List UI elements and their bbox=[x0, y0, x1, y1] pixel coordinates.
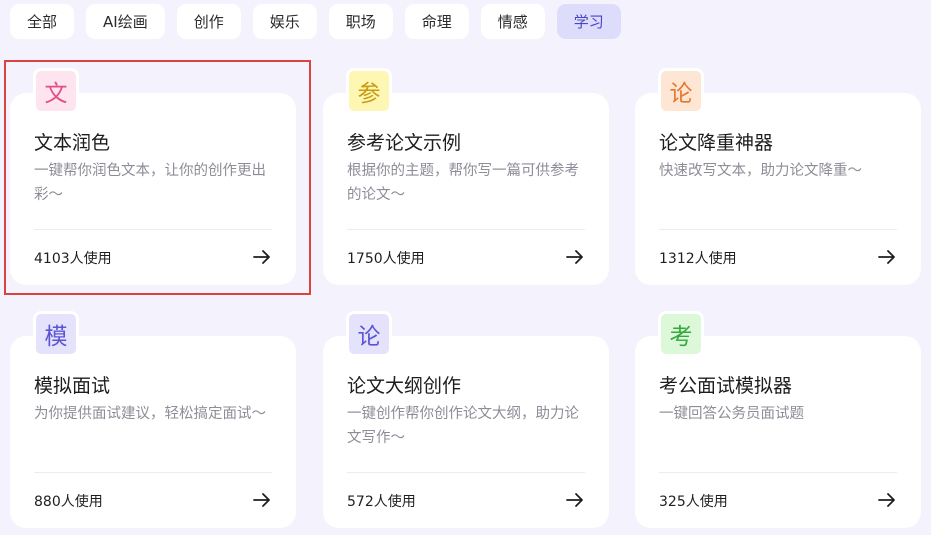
card-divider bbox=[34, 229, 272, 230]
card-badge: 文 bbox=[33, 68, 79, 114]
card-title: 文本润色 bbox=[34, 132, 111, 154]
arrow-right-icon[interactable] bbox=[877, 490, 897, 510]
card-badge: 论 bbox=[658, 68, 704, 114]
card-description: 一键帮你润色文本，让你的创作更出彩～ bbox=[34, 163, 266, 203]
card-divider bbox=[659, 472, 897, 473]
tool-card-paper-rewrite[interactable]: 论 论文降重神器 快速改写文本，助力论文降重～ 1312人使用 bbox=[635, 68, 921, 285]
card-title: 论文大纲创作 bbox=[347, 375, 462, 397]
card-usage-count: 1312人使用 bbox=[659, 251, 737, 267]
card-description: 一键创作帮你创作论文大纲，助力论文写作～ bbox=[347, 406, 579, 446]
tool-card-mock-interview[interactable]: 模 模拟面试 为你提供面试建议，轻松搞定面试～ 880人使用 bbox=[10, 311, 296, 528]
card-divider bbox=[34, 472, 272, 473]
card-divider bbox=[347, 229, 585, 230]
tab-workplace[interactable]: 职场 bbox=[328, 4, 393, 39]
tool-card-civil-service-interview[interactable]: 考 考公面试模拟器 一键回答公务员面试题 325人使用 bbox=[635, 311, 921, 528]
tab-ai-painting[interactable]: AI绘画 bbox=[86, 4, 165, 39]
card-usage-count: 325人使用 bbox=[659, 494, 728, 510]
card-divider bbox=[347, 472, 585, 473]
card-description: 为你提供面试建议，轻松搞定面试～ bbox=[34, 406, 266, 422]
arrow-right-icon[interactable] bbox=[565, 247, 585, 267]
card-badge: 参 bbox=[346, 68, 392, 114]
tab-entertainment[interactable]: 娱乐 bbox=[252, 4, 317, 39]
arrow-right-icon[interactable] bbox=[252, 247, 272, 267]
tab-fortune[interactable]: 命理 bbox=[404, 4, 469, 39]
card-description: 根据你的主题，帮你写一篇可供参考的论文～ bbox=[347, 163, 579, 203]
tab-creation[interactable]: 创作 bbox=[176, 4, 241, 39]
tool-card-paper-outline[interactable]: 论 论文大纲创作 一键创作帮你创作论文大纲，助力论文写作～ 572人使用 bbox=[323, 311, 609, 528]
card-badge: 论 bbox=[346, 311, 392, 357]
tool-card-reference-paper[interactable]: 参 参考论文示例 根据你的主题，帮你写一篇可供参考的论文～ 1750人使用 bbox=[323, 68, 609, 285]
category-tabs: 全部 AI绘画 创作 娱乐 职场 命理 情感 学习 bbox=[10, 4, 633, 39]
tab-all[interactable]: 全部 bbox=[10, 4, 75, 39]
card-badge: 模 bbox=[33, 311, 79, 357]
card-usage-count: 572人使用 bbox=[347, 494, 416, 510]
card-description: 快速改写文本，助力论文降重～ bbox=[659, 163, 862, 179]
arrow-right-icon[interactable] bbox=[565, 490, 585, 510]
card-usage-count: 1750人使用 bbox=[347, 251, 425, 267]
card-title: 模拟面试 bbox=[34, 375, 111, 397]
arrow-right-icon[interactable] bbox=[252, 490, 272, 510]
card-usage-count: 880人使用 bbox=[34, 494, 103, 510]
arrow-right-icon[interactable] bbox=[877, 247, 897, 267]
tool-card-text-polish[interactable]: 文 文本润色 一键帮你润色文本，让你的创作更出彩～ 4103人使用 bbox=[10, 68, 296, 285]
tab-study[interactable]: 学习 bbox=[556, 4, 621, 39]
card-title: 考公面试模拟器 bbox=[659, 375, 793, 397]
card-title: 论文降重神器 bbox=[659, 132, 774, 154]
card-divider bbox=[659, 229, 897, 230]
card-title: 参考论文示例 bbox=[347, 132, 462, 154]
card-badge: 考 bbox=[658, 311, 704, 357]
card-description: 一键回答公务员面试题 bbox=[659, 406, 804, 422]
tab-emotion[interactable]: 情感 bbox=[480, 4, 545, 39]
card-usage-count: 4103人使用 bbox=[34, 251, 112, 267]
